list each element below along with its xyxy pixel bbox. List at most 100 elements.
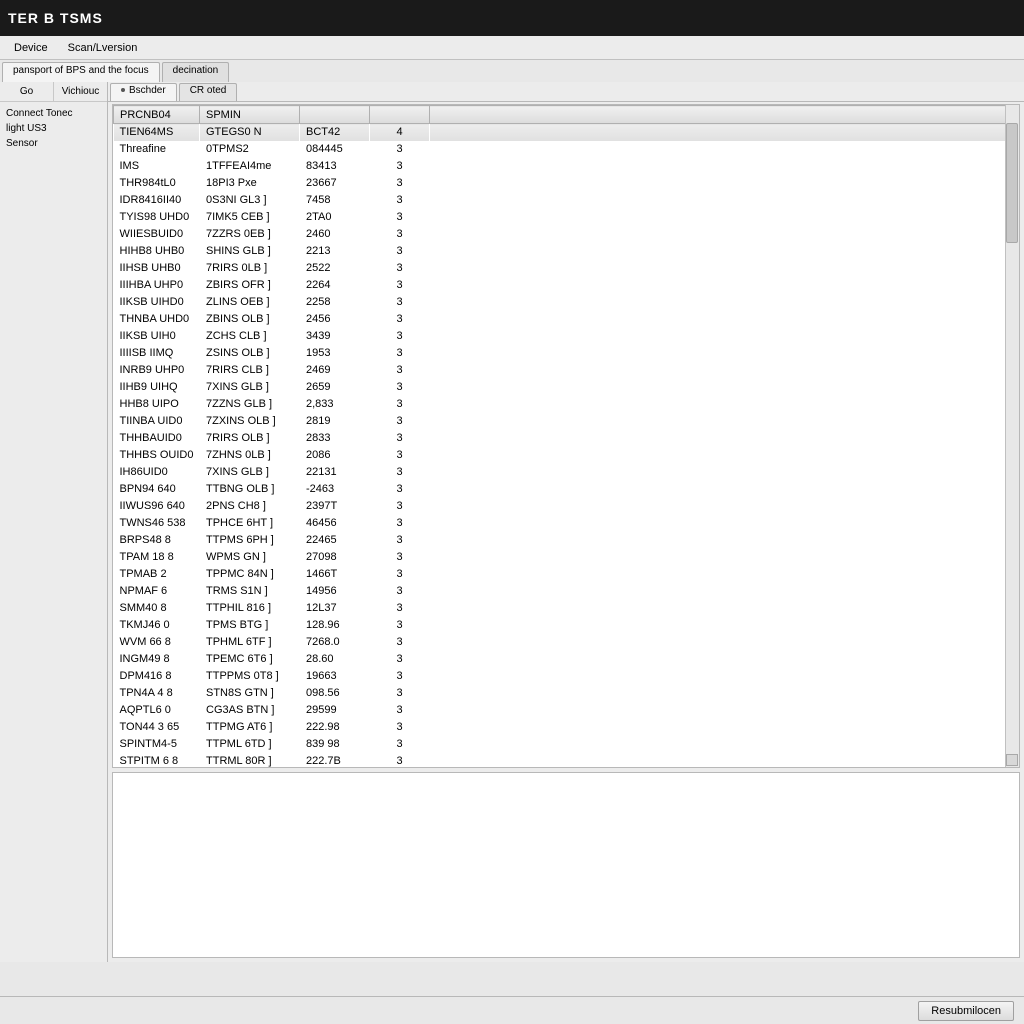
table-cell: 2819	[300, 413, 370, 430]
table-cell: TPAM 18 8	[114, 549, 200, 566]
scroll-thumb[interactable]	[1006, 123, 1018, 243]
menu-item-device[interactable]: Device	[4, 39, 58, 57]
table-cell: 3	[370, 362, 430, 379]
table-row[interactable]: NPMAF 6TRMS S1N ]149563	[114, 583, 1019, 600]
table-cell: TYIS98 UHD0	[114, 209, 200, 226]
table-cell: 0S3NI GL3 ]	[200, 192, 300, 209]
table-cell: 3	[370, 311, 430, 328]
left-tab-1[interactable]: Vichiouc	[54, 82, 107, 101]
table-cell: 3439	[300, 328, 370, 345]
table-cell: 3	[370, 345, 430, 362]
table-row[interactable]: IMS1TFFEAI4me834133	[114, 158, 1019, 175]
table-row[interactable]: SMM40 8TTPHIL 816 ]12L373	[114, 600, 1019, 617]
table-row[interactable]: THHBAUID07RIRS OLB ]28333	[114, 430, 1019, 447]
table-cell: ZLINS OEB ]	[200, 294, 300, 311]
table-row[interactable]: WIIESBUID07ZZRS 0EB ]24603	[114, 226, 1019, 243]
table-cell	[430, 277, 1019, 294]
table-cell: 2086	[300, 447, 370, 464]
table-cell: 3	[370, 396, 430, 413]
table-row[interactable]: TIINBA UID07ZXINS OLB ]28193	[114, 413, 1019, 430]
table-cell: 3	[370, 583, 430, 600]
table-row[interactable]: DPM416 8TTPPMS 0T8 ]196633	[114, 668, 1019, 685]
table-cell: 3	[370, 464, 430, 481]
table-row[interactable]: IIKSB UIHD0ZLINS OEB ]22583	[114, 294, 1019, 311]
table-row[interactable]: IIKSB UIH0ZCHS CLB ]34393	[114, 328, 1019, 345]
table-cell: 83413	[300, 158, 370, 175]
table-row[interactable]: TYIS98 UHD07IMK5 CEB ]2TA03	[114, 209, 1019, 226]
table-cell: IIWUS96 640	[114, 498, 200, 515]
left-item-sensor[interactable]: Sensor	[6, 136, 101, 151]
table-row[interactable]: THNBA UHD0ZBINS OLB ]24563	[114, 311, 1019, 328]
table-cell: TPEMC 6T6 ]	[200, 651, 300, 668]
table-cell: INGM49 8	[114, 651, 200, 668]
table-row[interactable]: TKMJ46 0TPMS BTG ]128.963	[114, 617, 1019, 634]
table-cell: TRMS S1N ]	[200, 583, 300, 600]
table-cell: 2213	[300, 243, 370, 260]
table-row[interactable]: WVM 66 8TPHML 6TF ]7268.03	[114, 634, 1019, 651]
sub-tab-0[interactable]: Bschder	[110, 83, 177, 101]
col-header-2[interactable]	[300, 106, 370, 124]
table-cell: 3	[370, 294, 430, 311]
table-cell: TPHCE 6HT ]	[200, 515, 300, 532]
table-row[interactable]: THHBS OUID07ZHNS 0LB ]20863	[114, 447, 1019, 464]
left-tab-0[interactable]: Go	[0, 82, 54, 101]
table-row[interactable]: IIWUS96 6402PNS CH8 ]2397T3	[114, 498, 1019, 515]
table-cell	[430, 430, 1019, 447]
table-cell: 3	[370, 668, 430, 685]
table-row[interactable]: BRPS48 8TTPMS 6PH ]224653	[114, 532, 1019, 549]
table-row[interactable]: IIIHBA UHP0ZBIRS OFR ]22643	[114, 277, 1019, 294]
table-cell: 3	[370, 634, 430, 651]
table-cell: 3	[370, 379, 430, 396]
table-cell: IH86UID0	[114, 464, 200, 481]
table-cell: THNBA UHD0	[114, 311, 200, 328]
col-header-1[interactable]: SPMIN	[200, 106, 300, 124]
table-cell: TPPMC 84N ]	[200, 566, 300, 583]
table-row[interactable]: STPITM 6 8TTRML 80R ]222.7B3	[114, 753, 1019, 769]
table-row[interactable]: HIHB8 UHB0SHINS GLB ]22133	[114, 243, 1019, 260]
table-row[interactable]: IH86UID07XINS GLB ]221313	[114, 464, 1019, 481]
table-cell: 3	[370, 702, 430, 719]
table-cell: 27098	[300, 549, 370, 566]
table-cell: THHBS OUID0	[114, 447, 200, 464]
left-item-connect[interactable]: Connect Tonec	[6, 106, 101, 121]
main-tab-0[interactable]: pansport of BPS and the focus	[2, 62, 160, 82]
table-row[interactable]: SPINTM4-5TTPML 6TD ]839 983	[114, 736, 1019, 753]
table-row[interactable]: HHB8 UIPO7ZZNS GLB ]2,8333	[114, 396, 1019, 413]
left-item-light[interactable]: light US3	[6, 121, 101, 136]
table-cell: 22131	[300, 464, 370, 481]
col-header-rest[interactable]	[430, 106, 1019, 124]
col-header-3[interactable]	[370, 106, 430, 124]
sub-tab-1[interactable]: CR oted	[179, 83, 238, 101]
table-row[interactable]: INGM49 8TPEMC 6T6 ]28.603	[114, 651, 1019, 668]
scroll-down-button[interactable]	[1006, 754, 1018, 766]
table-row[interactable]: THR984tL018PI3 Pxe236673	[114, 175, 1019, 192]
table-cell	[430, 447, 1019, 464]
table-row[interactable]: TWNS46 538TPHCE 6HT ]464563	[114, 515, 1019, 532]
table-cell: TIINBA UID0	[114, 413, 200, 430]
table-row[interactable]: INRB9 UHP07RIRS CLB ]24693	[114, 362, 1019, 379]
table-row[interactable]: IDR8416II400S3NI GL3 ]74583	[114, 192, 1019, 209]
table-row[interactable]: BPN94 640TTBNG OLB ]-24633	[114, 481, 1019, 498]
table-cell: 0TPMS2	[200, 141, 300, 158]
table-row[interactable]: IIHB9 UIHQ7XINS GLB ]26593	[114, 379, 1019, 396]
menu-item-scan[interactable]: Scan/Lversion	[58, 39, 148, 57]
table-row[interactable]: TON44 3 65TTPMG AT6 ]222.983	[114, 719, 1019, 736]
table-row[interactable]: TPAM 18 8WPMS GN ]270983	[114, 549, 1019, 566]
table-row[interactable]: AQPTL6 0CG3AS BTN ]295993	[114, 702, 1019, 719]
table-cell: 7RIRS CLB ]	[200, 362, 300, 379]
table-row[interactable]: TPMAB 2TPPMC 84N ]1466T3	[114, 566, 1019, 583]
table-row[interactable]: Threafine0TPMS20844453	[114, 141, 1019, 158]
table-cell	[430, 668, 1019, 685]
footer-button[interactable]: Resubmilocen	[918, 1001, 1014, 1021]
table-row[interactable]: IIHSB UHB07RIRS 0LB ]25223	[114, 260, 1019, 277]
table-cell	[430, 328, 1019, 345]
main-tab-1[interactable]: decination	[162, 62, 230, 82]
table-cell: 2264	[300, 277, 370, 294]
vertical-scrollbar[interactable]	[1005, 105, 1019, 767]
col-header-0[interactable]: PRCNB04	[114, 106, 200, 124]
table-cell	[430, 702, 1019, 719]
table-row[interactable]: IIIISB IIMQZSINS OLB ]19533	[114, 345, 1019, 362]
table-row[interactable]: TPN4A 4 8STN8S GTN ]098.563	[114, 685, 1019, 702]
table-row[interactable]: TIEN64MSGTEGS0 NBCT424	[114, 124, 1019, 141]
table-cell	[430, 736, 1019, 753]
